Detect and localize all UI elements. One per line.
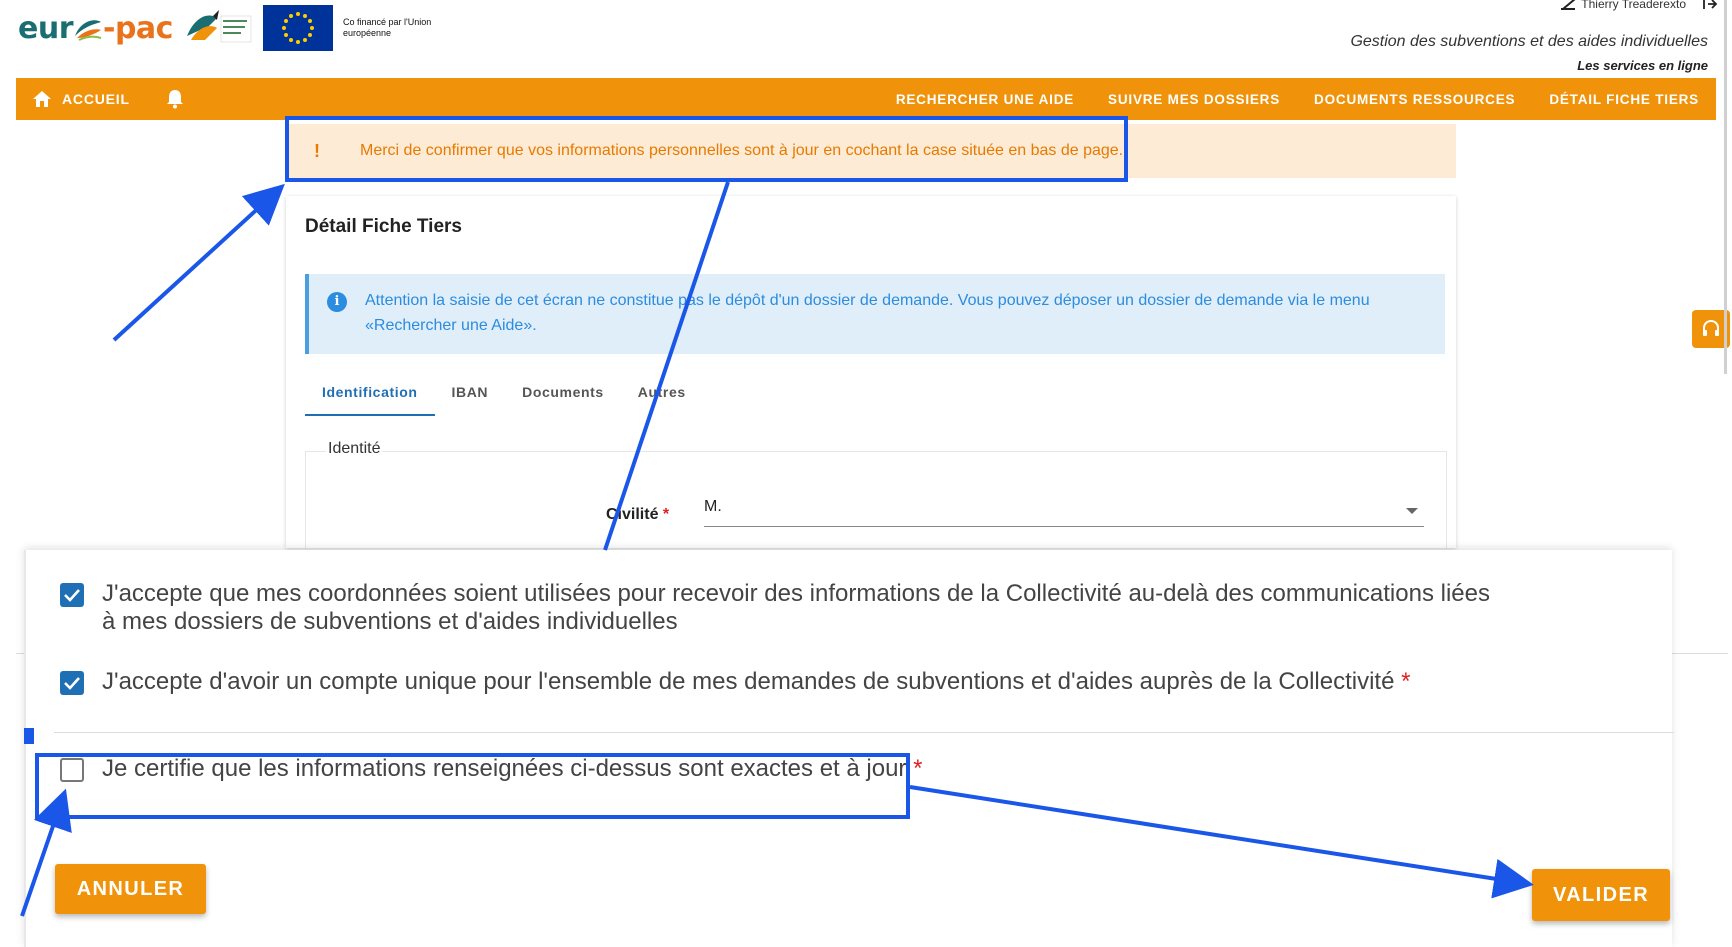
required-marker: * — [662, 506, 670, 523]
warning-message: Merci de confirmer que vos informations … — [360, 142, 1124, 159]
divider — [1668, 653, 1728, 654]
nav-home[interactable]: ACCUEIL — [32, 90, 130, 108]
user-name: Thierry Treaderexto — [1581, 0, 1686, 11]
chevron-down-icon — [1406, 508, 1418, 514]
nav-suivre-dossiers[interactable]: SUIVRE MES DOSSIERS — [1091, 92, 1297, 107]
tab-documents[interactable]: Documents — [505, 374, 621, 414]
nav-detail-fiche-tiers[interactable]: DÉTAIL FICHE TIERS — [1532, 92, 1716, 107]
tab-identification[interactable]: Identification — [305, 374, 435, 416]
bell-icon[interactable] — [166, 89, 184, 109]
info-icon: i — [327, 292, 347, 312]
info-alert: i Attention la saisie de cet écran ne co… — [305, 274, 1445, 354]
site-tagline: Gestion des subventions et des aides ind… — [1350, 33, 1708, 50]
site-logo[interactable]: eur -pac Co financé par l'Union européenn… — [18, 4, 433, 52]
cancel-button[interactable]: ANNULER — [55, 864, 206, 914]
leaf-icon — [75, 20, 102, 41]
consent-row-certification: Je certifie que les informations renseig… — [60, 755, 922, 783]
section-title: Identité — [326, 440, 383, 458]
checkbox-certification[interactable] — [60, 758, 84, 782]
detail-fiche-tiers-card: Détail Fiche Tiers i Attention la saisie… — [286, 196, 1456, 563]
civilite-value: M. — [704, 498, 722, 515]
user-switch-icon — [1561, 0, 1576, 10]
tab-autres[interactable]: Autres — [621, 374, 703, 414]
required-marker: * — [1401, 668, 1411, 695]
consent-row-compte-unique: J'accepte d'avoir un compte unique pour … — [60, 668, 1410, 696]
page-title: Détail Fiche Tiers — [305, 216, 462, 237]
hummingbird-icon — [186, 10, 252, 43]
consent-row-communications: J'accepte que mes coordonnées soient uti… — [60, 580, 1660, 636]
user-menu[interactable]: Thierry Treaderexto — [1559, 0, 1686, 11]
arrow-to-alert — [112, 183, 285, 342]
warning-alert: ! Merci de confirmer que vos information… — [286, 124, 1456, 178]
headset-icon — [1703, 319, 1719, 336]
validate-button[interactable]: VALIDER — [1532, 869, 1670, 921]
checkmark-icon — [64, 677, 80, 690]
identite-section: Identité Civilité * M. — [305, 440, 1447, 563]
page-scrollbar[interactable] — [1724, 0, 1727, 374]
panel-divider — [54, 732, 1674, 733]
site-subtagline: Les services en ligne — [1577, 58, 1708, 73]
required-marker: * — [913, 755, 923, 782]
nav-rechercher-aide[interactable]: RECHERCHER UNE AIDE — [879, 92, 1091, 107]
europac-logo: eur -pac — [18, 10, 173, 46]
consent-label-certification: Je certifie que les informations renseig… — [102, 755, 923, 782]
civilite-label: Civilité * — [606, 506, 670, 523]
info-message: Attention la saisie de cet écran ne cons… — [365, 292, 1370, 334]
warning-icon: ! — [314, 140, 320, 161]
logout-icon[interactable] — [1702, 0, 1718, 11]
consent-label-communications: J'accepte que mes coordonnées soient uti… — [102, 580, 1490, 635]
nav-home-label: ACCUEIL — [62, 91, 130, 107]
checkmark-icon — [64, 589, 80, 602]
collectivite-logo — [183, 6, 253, 50]
annotation-marker — [24, 728, 34, 744]
consent-label-compte-unique: J'accepte d'avoir un compte unique pour … — [102, 668, 1411, 695]
civilite-select[interactable]: M. — [704, 498, 1424, 527]
main-navbar: ACCUEIL RECHERCHER UNE AIDE SUIVRE MES D… — [16, 78, 1716, 120]
tab-bar: Identification IBAN Documents Autres — [305, 374, 703, 416]
eu-flag-icon — [262, 5, 333, 51]
home-icon — [33, 91, 51, 107]
user-area: Thierry Treaderexto — [1559, 0, 1718, 11]
checkbox-communications[interactable] — [60, 583, 84, 607]
eu-cofinance-note: Co financé par l'Union européenne — [342, 17, 432, 38]
tab-iban[interactable]: IBAN — [435, 374, 506, 414]
checkbox-compte-unique[interactable] — [60, 671, 84, 695]
consent-panel: J'accepte que mes coordonnées soient uti… — [24, 550, 1674, 947]
nav-documents-ressources[interactable]: DOCUMENTS RESSOURCES — [1297, 92, 1532, 107]
